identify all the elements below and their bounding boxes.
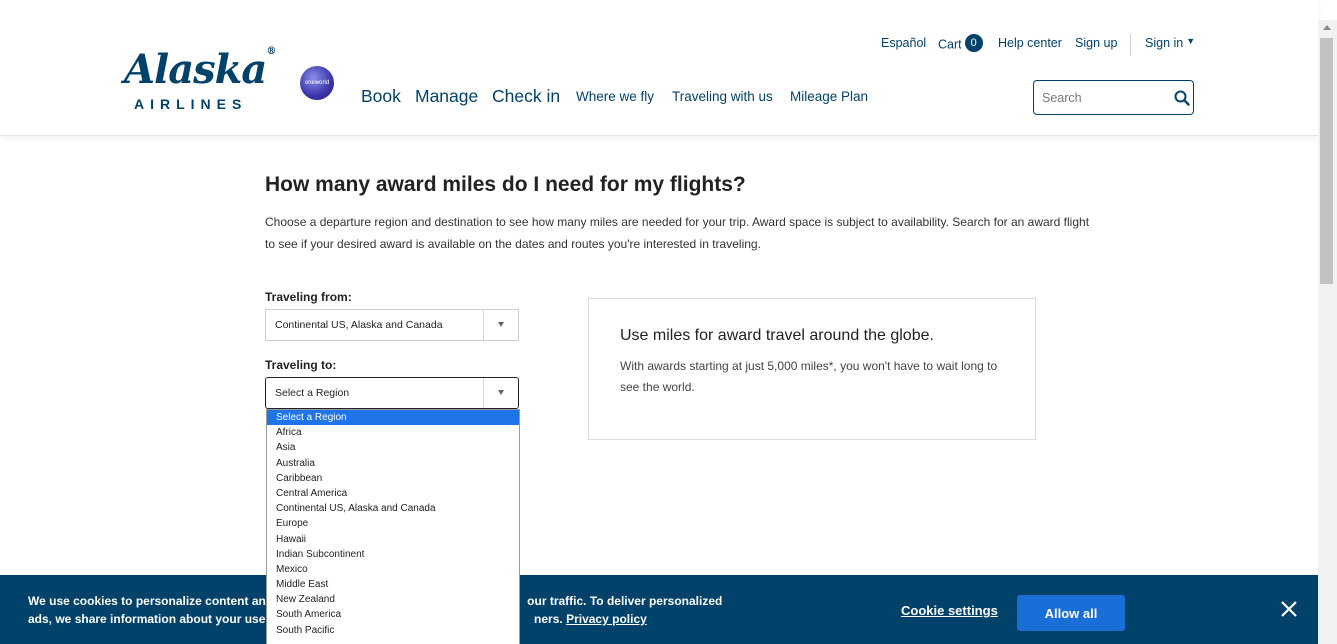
promo-text: With awards starting at just 5,000 miles…: [620, 359, 998, 394]
search-icon[interactable]: [1173, 89, 1191, 107]
site-header: Alaska® AIRLINES oneworld Español Cart 0 …: [0, 0, 1318, 136]
nav-mileage-plan[interactable]: Mileage Plan: [790, 89, 868, 104]
chevron-down-icon: [498, 390, 504, 395]
help-center-link[interactable]: Help center: [998, 36, 1062, 54]
dropdown-option[interactable]: South Pacific: [267, 623, 519, 638]
sign-up-link[interactable]: Sign up: [1075, 36, 1117, 54]
intro-text: Choose a departure region and destinatio…: [265, 215, 1090, 251]
select-divider: [483, 378, 484, 408]
espanol-link[interactable]: Español: [881, 36, 926, 54]
dropdown-option[interactable]: Select a Region: [267, 410, 519, 426]
region-dropdown-list: Select a Region Africa Asia Australia Caribb…: [266, 409, 520, 644]
privacy-policy-link[interactable]: Privacy policy: [566, 612, 647, 626]
traveling-to-label: Traveling to:: [265, 358, 337, 372]
cart-link[interactable]: Cart 0: [938, 34, 983, 54]
traveling-from-value: Continental US, Alaska and Canada: [275, 319, 443, 331]
search-box: [1033, 80, 1194, 115]
scroll-thumb[interactable]: [1320, 38, 1333, 284]
promo-title: Use miles for award travel around the gl…: [620, 327, 934, 344]
cookie-line2-start: ads, we share information about your use…: [28, 612, 281, 626]
dropdown-option[interactable]: Caribbean: [267, 471, 519, 486]
nav-manage[interactable]: Manage: [415, 86, 478, 107]
oneworld-logo-icon: oneworld: [300, 66, 334, 100]
nav-traveling-with-us[interactable]: Traveling with us: [672, 89, 773, 104]
cart-count-badge: 0: [964, 34, 983, 52]
page-scrollbar[interactable]: [1318, 20, 1337, 644]
nav-where-we-fly[interactable]: Where we fly: [576, 89, 654, 104]
cookie-line2-end: ners.: [534, 612, 563, 626]
dropdown-option[interactable]: Australia: [267, 456, 519, 471]
cookie-banner: We use cookies to personalize content an…: [0, 575, 1318, 644]
sign-in-menu[interactable]: Sign in ▼: [1145, 36, 1195, 54]
utility-divider: [1130, 34, 1131, 56]
chevron-down-icon: [498, 322, 504, 327]
nav-book[interactable]: Book: [361, 86, 401, 107]
dropdown-option[interactable]: Africa: [267, 425, 519, 440]
dropdown-option[interactable]: Europe: [267, 516, 519, 531]
traveling-from-label: Traveling from:: [265, 290, 352, 304]
dropdown-option[interactable]: South America: [267, 607, 519, 622]
cart-label: Cart: [938, 37, 962, 52]
page-title: How many award miles do I need for my fl…: [265, 173, 746, 196]
dropdown-option[interactable]: New Zealand: [267, 592, 519, 607]
allow-all-button[interactable]: Allow all: [1017, 595, 1125, 631]
traveling-to-value: Select a Region: [275, 387, 350, 399]
cookie-line1-start: We use cookies to personalize content an…: [28, 594, 274, 608]
nav-check-in[interactable]: Check in: [492, 86, 560, 107]
dropdown-option[interactable]: Hawaii: [267, 532, 519, 547]
dropdown-option[interactable]: Asia: [267, 440, 519, 455]
select-divider: [483, 310, 484, 340]
search-input[interactable]: [1034, 81, 1164, 114]
dropdown-option[interactable]: Central America: [267, 486, 519, 501]
close-icon[interactable]: [1280, 600, 1298, 618]
cookie-settings-link[interactable]: Cookie settings: [901, 603, 998, 618]
promo-card: Use miles for award travel around the gl…: [588, 298, 1036, 440]
alaska-airlines-logo[interactable]: Alaska® AIRLINES: [124, 46, 276, 116]
caret-down-icon: ▼: [1186, 36, 1196, 46]
traveling-from-select[interactable]: Continental US, Alaska and Canada: [265, 309, 519, 341]
dropdown-option[interactable]: Indian Subcontinent: [267, 547, 519, 562]
oneworld-label: oneworld: [304, 80, 330, 86]
logo-wordmark: Alaska: [124, 46, 267, 93]
sign-in-label: Sign in: [1145, 36, 1184, 50]
cookie-line1-end: our traffic. To deliver personalized: [527, 594, 723, 608]
dropdown-option[interactable]: Middle East: [267, 577, 519, 592]
logo-subtitle: AIRLINES: [134, 96, 248, 112]
dropdown-option[interactable]: Mexico: [267, 562, 519, 577]
logo-registered: ®: [266, 46, 276, 57]
traveling-to-select[interactable]: Select a Region: [265, 377, 519, 409]
dropdown-option[interactable]: Continental US, Alaska and Canada: [267, 501, 519, 516]
scroll-up-icon[interactable]: [1323, 25, 1331, 30]
